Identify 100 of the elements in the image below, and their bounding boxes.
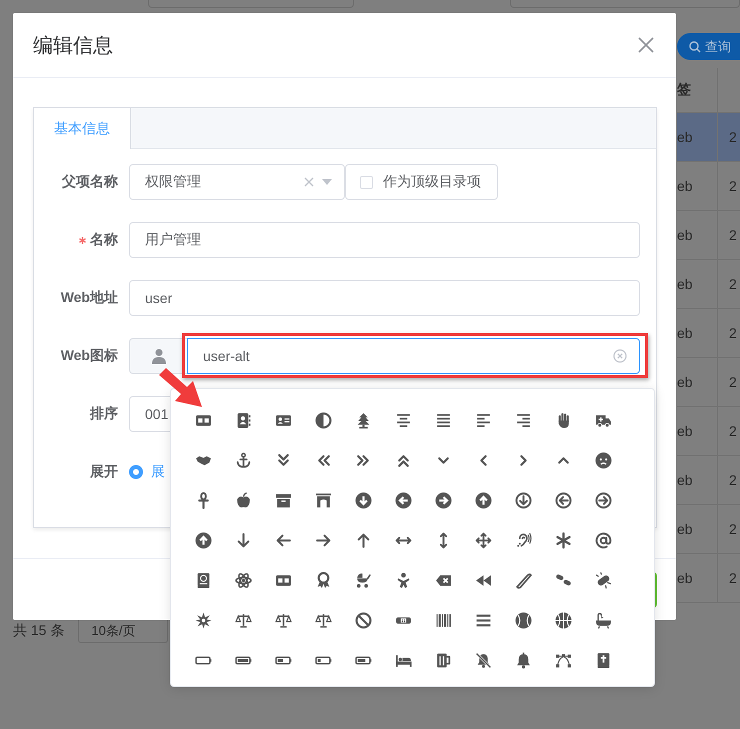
asterisk-icon[interactable] bbox=[554, 532, 572, 548]
circle-arrow-right-icon[interactable] bbox=[594, 492, 612, 508]
table-cell-text: 2 bbox=[728, 177, 738, 196]
table-cell: eb bbox=[677, 309, 718, 357]
archway-icon[interactable] bbox=[314, 492, 332, 508]
table-cell: eb bbox=[677, 260, 718, 308]
table-cell-text: 2 bbox=[728, 128, 738, 147]
table-row[interactable]: eb 2 bbox=[677, 260, 740, 309]
table-row[interactable]: eb 2 bbox=[677, 113, 740, 162]
table-cell-text: 2 bbox=[728, 471, 738, 490]
field-label: 展开 bbox=[90, 463, 118, 481]
table-row[interactable]: eb 2 bbox=[677, 407, 740, 456]
table-cell: eb bbox=[677, 162, 718, 210]
circle-arrow-up-icon[interactable] bbox=[474, 492, 492, 508]
ban-icon[interactable] bbox=[354, 612, 372, 628]
input-field[interactable]: user bbox=[129, 280, 640, 316]
arrow-down-icon[interactable] bbox=[234, 532, 252, 548]
field-label: 父项名称 bbox=[62, 173, 118, 191]
arrow-left-icon[interactable] bbox=[274, 532, 292, 548]
bezier-curve-icon[interactable] bbox=[554, 652, 572, 668]
table-cell-text: 2 bbox=[728, 422, 738, 441]
baseball-icon[interactable] bbox=[514, 612, 532, 628]
tab[interactable]: 基本信息 bbox=[34, 108, 131, 149]
field-label: 名称 bbox=[90, 231, 118, 249]
table-row[interactable]: eb 2 bbox=[677, 505, 740, 554]
bell-icon[interactable] bbox=[514, 652, 532, 668]
search-button[interactable]: 查询 bbox=[677, 33, 740, 60]
table-row[interactable]: eb 2 bbox=[677, 162, 740, 211]
table-cell-text: 2 bbox=[728, 275, 738, 294]
checkbox[interactable]: 作为顶级目录项 bbox=[345, 164, 498, 200]
search-icon bbox=[689, 40, 701, 52]
book-icon[interactable] bbox=[194, 572, 212, 588]
pointer-arrow bbox=[157, 366, 203, 408]
move-icon[interactable] bbox=[474, 532, 492, 548]
bathtub-icon[interactable] bbox=[594, 612, 612, 628]
at-sign-icon[interactable] bbox=[594, 532, 612, 548]
table-cell-text: 2 bbox=[728, 226, 738, 245]
column-header: 签 bbox=[677, 68, 718, 112]
archive-icon[interactable] bbox=[274, 492, 292, 508]
align-justify-icon[interactable] bbox=[434, 412, 452, 428]
scale-icon[interactable] bbox=[234, 612, 252, 628]
barcode-icon[interactable] bbox=[434, 612, 452, 628]
table-row[interactable]: eb 2 bbox=[677, 211, 740, 260]
address-book-icon[interactable] bbox=[234, 412, 252, 428]
radio-option[interactable]: 展 bbox=[129, 463, 165, 481]
bell-slash-icon[interactable] bbox=[474, 652, 492, 668]
align-center-icon[interactable] bbox=[394, 412, 412, 428]
input-field[interactable]: 用户管理 bbox=[129, 222, 640, 258]
table-row[interactable]: eb 2 bbox=[677, 456, 740, 505]
circle-arrow-left-icon[interactable] bbox=[554, 492, 572, 508]
table-cell: eb bbox=[677, 407, 718, 455]
table-cell-text: 2 bbox=[728, 373, 738, 392]
dialog-title: 编辑信息 bbox=[33, 34, 113, 58]
atom-icon[interactable] bbox=[234, 572, 252, 588]
caret-icon bbox=[322, 179, 332, 185]
table-cell-text: 2 bbox=[728, 569, 738, 588]
angry-face-icon[interactable] bbox=[594, 452, 612, 468]
field-label: Web图标 bbox=[60, 347, 118, 365]
table-cell: eb bbox=[677, 505, 718, 553]
scale-icon[interactable] bbox=[274, 612, 292, 628]
field-label: Web地址 bbox=[60, 289, 118, 307]
table-row[interactable]: eb 2 bbox=[677, 358, 740, 407]
award-icon[interactable] bbox=[314, 572, 332, 588]
anchor-icon[interactable] bbox=[234, 452, 252, 468]
user-icon bbox=[150, 348, 166, 364]
baby-icon[interactable] bbox=[394, 572, 412, 588]
mug-icon[interactable] bbox=[434, 652, 452, 668]
basketball-icon[interactable] bbox=[554, 612, 572, 628]
align-right-icon[interactable] bbox=[514, 412, 532, 428]
bible-icon[interactable] bbox=[594, 652, 612, 668]
field-label: 排序 bbox=[90, 405, 118, 423]
close-icon[interactable] bbox=[638, 37, 654, 53]
circle-arrow-down-icon[interactable] bbox=[354, 492, 372, 508]
table-cell: eb bbox=[677, 113, 718, 161]
circle-arrow-left-icon[interactable] bbox=[394, 492, 412, 508]
arrow-up-icon[interactable] bbox=[354, 532, 372, 548]
table-row[interactable]: eb 2 bbox=[677, 554, 740, 603]
circle-arrow-down-icon[interactable] bbox=[514, 492, 532, 508]
select-field[interactable]: 权限管理 bbox=[129, 164, 345, 200]
tree-icon[interactable] bbox=[354, 412, 372, 428]
scale-icon[interactable] bbox=[314, 612, 332, 628]
align-left-icon[interactable] bbox=[474, 412, 492, 428]
table-cell: eb bbox=[677, 358, 718, 406]
input-field[interactable]: user-alt bbox=[187, 338, 640, 374]
circle-arrow-right-icon[interactable] bbox=[434, 492, 452, 508]
table-cell: eb bbox=[677, 554, 718, 602]
menu-icon[interactable] bbox=[474, 612, 492, 628]
arrow-right-icon[interactable] bbox=[314, 532, 332, 548]
table-row[interactable]: eb 2 bbox=[677, 309, 740, 358]
contrast-icon[interactable] bbox=[314, 412, 332, 428]
starburst-icon[interactable] bbox=[194, 612, 212, 628]
total-count: 共 15 条 bbox=[13, 622, 64, 640]
circle-arrow-up-icon[interactable] bbox=[194, 532, 212, 548]
table-cell-text: 2 bbox=[728, 520, 738, 539]
ear-icon[interactable] bbox=[514, 532, 532, 548]
table-cell: eb bbox=[677, 456, 718, 504]
apple-icon[interactable] bbox=[234, 492, 252, 508]
stroller-icon[interactable] bbox=[354, 572, 372, 588]
table-cell-text: 2 bbox=[728, 324, 738, 343]
table-cell: eb bbox=[677, 211, 718, 259]
